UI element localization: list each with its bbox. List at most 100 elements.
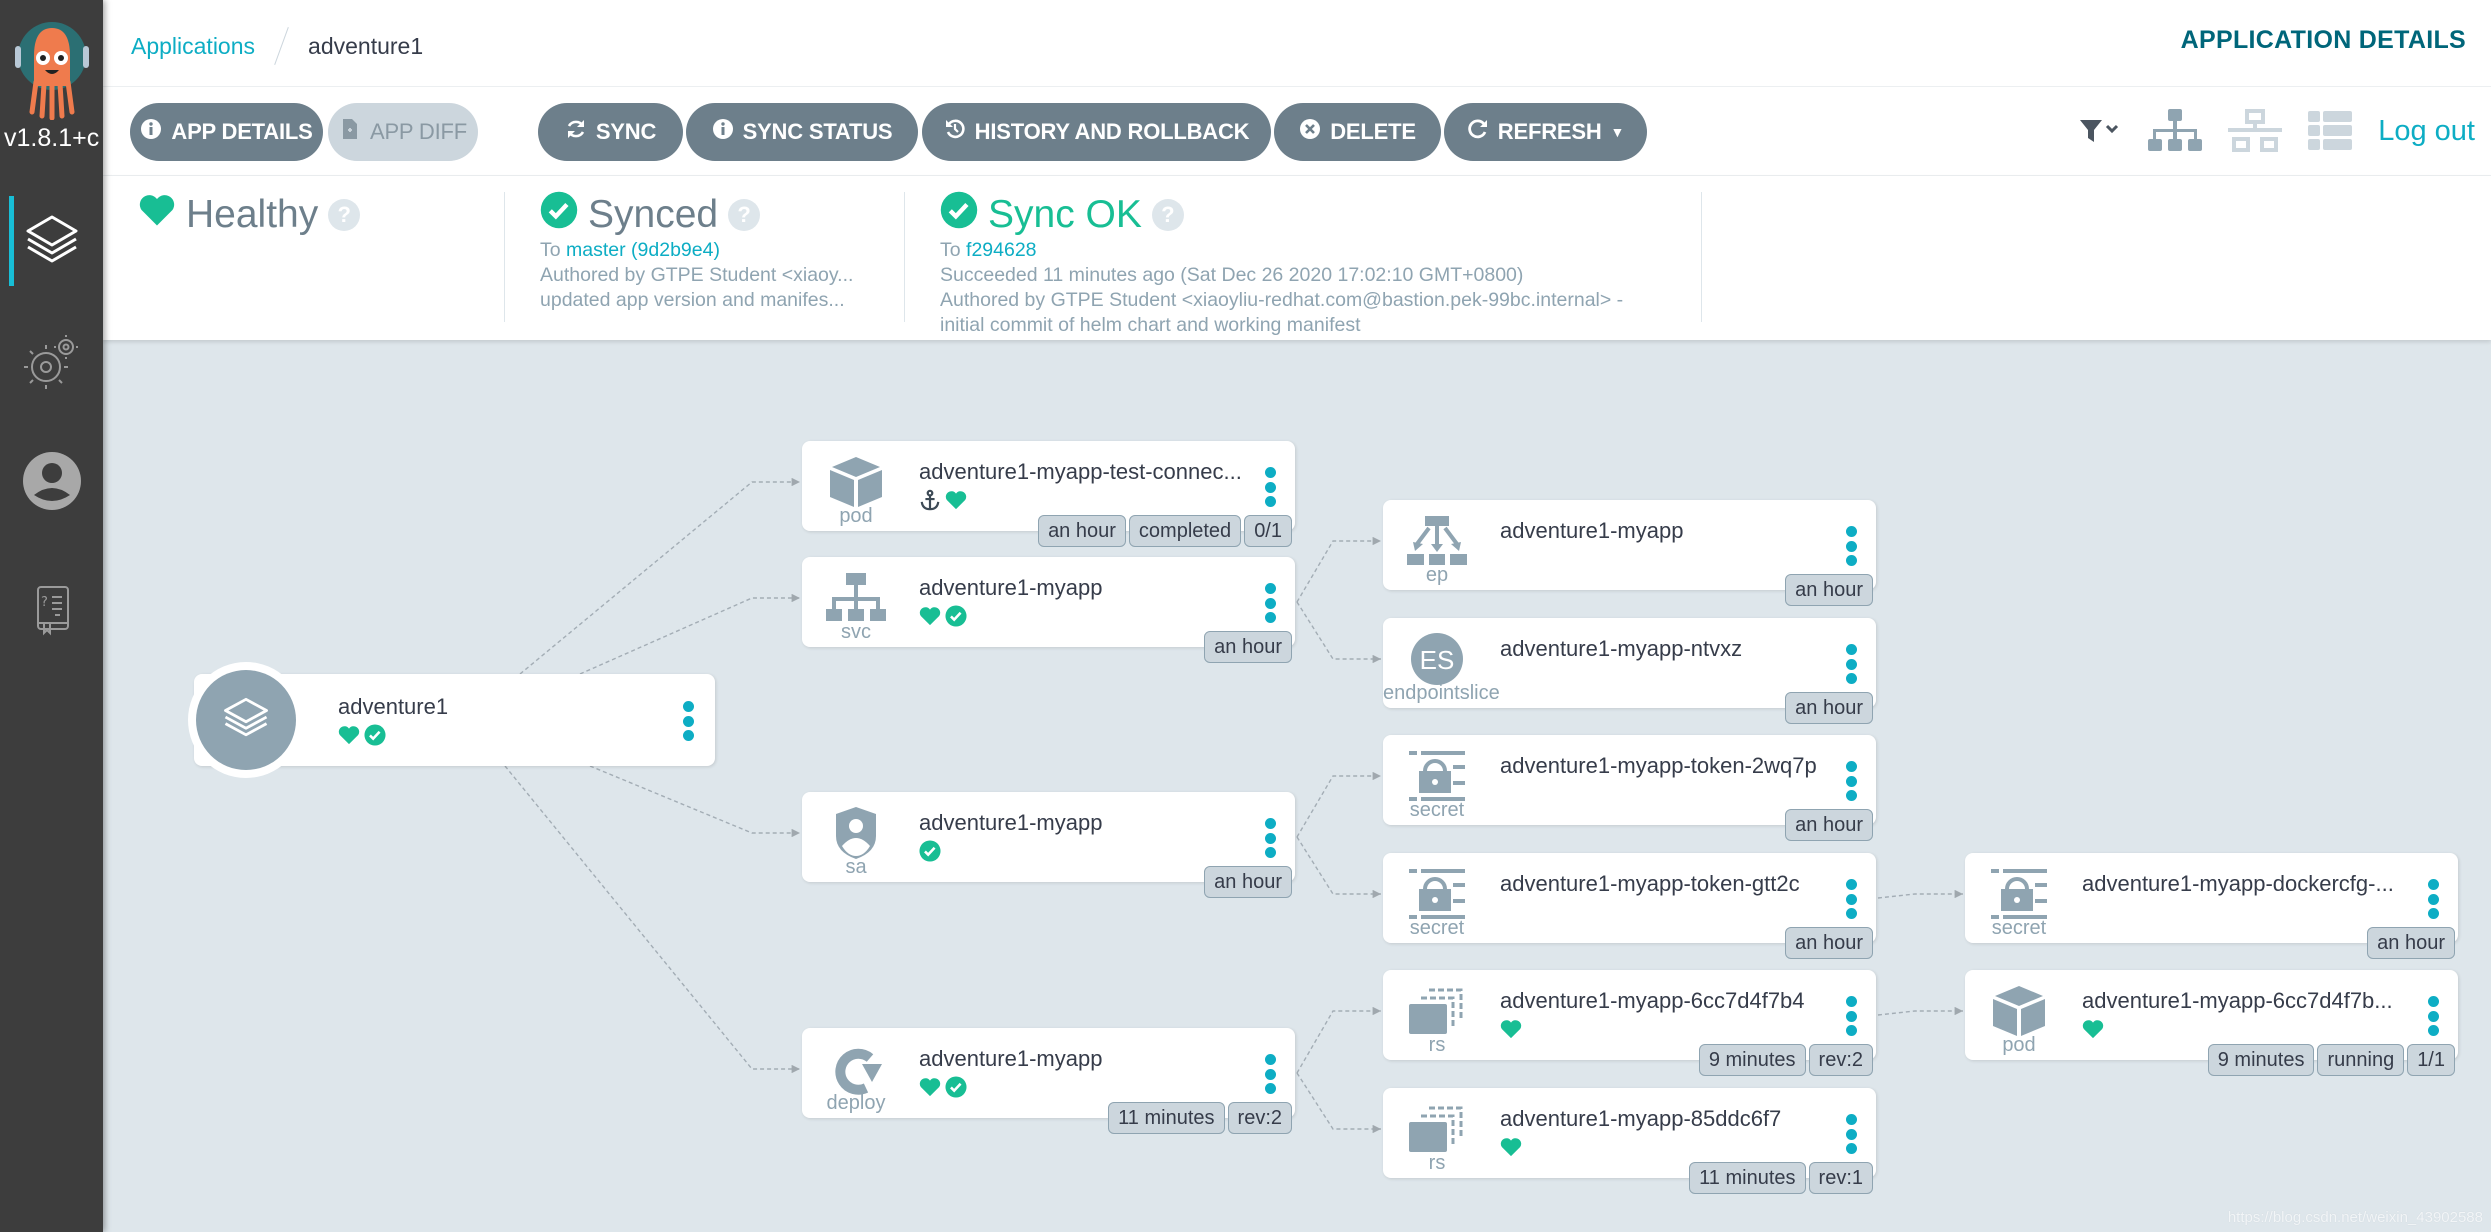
top-header: Applications adventure1 APPLICATION DETA…: [103, 0, 2491, 87]
node-menu-button[interactable]: [1263, 818, 1277, 858]
app-diff-button[interactable]: APP DIFF: [328, 103, 478, 161]
node-tag: rev:1: [1808, 1162, 1873, 1194]
secret-kind-icon: [1397, 749, 1477, 805]
resource-node-rs-6cc[interactable]: rs adventure1-myapp-6cc7d4f7b4 9 minutes…: [1383, 970, 1876, 1076]
graph-edge-app-sa: [589, 765, 800, 838]
resource-node-rs-85d[interactable]: rs adventure1-myapp-85ddc6f7 11 minutes r…: [1383, 1088, 1876, 1194]
node-menu-button[interactable]: [1263, 467, 1277, 507]
resource-node-ep[interactable]: ep adventure1-myapp an hour: [1383, 500, 1876, 606]
list-view-icon[interactable]: [2308, 111, 2353, 151]
node-name: adventure1-myapp-token-gtt2c: [1500, 871, 1800, 896]
node-menu-button[interactable]: [681, 701, 695, 741]
node-kind-label: ep: [1425, 564, 1449, 586]
graph-edge-deploy-rs-85d: [1296, 1072, 1382, 1134]
node-name: adventure1-myapp-test-connec...: [919, 459, 1242, 484]
filter-icon[interactable]: [2078, 116, 2122, 146]
network-view-icon[interactable]: [2228, 109, 2283, 153]
resource-node-pod-test[interactable]: pod adventure1-myapp-test-connec... an h…: [802, 441, 1295, 547]
refresh-button[interactable]: REFRESH ▼: [1444, 103, 1647, 161]
node-tag: an hour: [1785, 692, 1873, 724]
graph-edge-rs-6cc-pod-6cc: [1877, 1006, 1964, 1016]
breadcrumb-separator: [274, 27, 289, 65]
node-name: adventure1-myapp: [919, 575, 1103, 600]
node-menu-button[interactable]: [1844, 526, 1858, 566]
node-kind-label: svc: [841, 621, 871, 643]
node-menu-button[interactable]: [1263, 1054, 1277, 1094]
help-icon[interactable]: ?: [1151, 199, 1184, 231]
health-status: Healthy ?: [138, 192, 505, 322]
heart-icon: [138, 193, 176, 237]
sidebar-item-settings[interactable]: [0, 318, 103, 408]
gears-icon: [22, 331, 82, 396]
check-circle-icon: [940, 191, 978, 239]
graph-edge-svc-ep: [1296, 536, 1382, 603]
secret-kind-icon: [1979, 867, 2059, 923]
logout-link[interactable]: Log out: [2378, 115, 2475, 148]
graph-edge-sa-secret-2wq7p: [1296, 771, 1382, 838]
sidebar-item-user-info[interactable]: [0, 438, 103, 528]
node-menu-button[interactable]: [2426, 879, 2440, 919]
node-kind-label: sa: [845, 856, 867, 878]
resource-node-secret-gtt2c[interactable]: secret adventure1-myapp-token-gtt2c an h…: [1383, 853, 1876, 959]
delete-button[interactable]: DELETE: [1274, 103, 1441, 161]
operation-status: Sync OK ? To f294628 Succeeded 11 minute…: [940, 191, 1702, 336]
operation-succeeded: Succeeded 11 minutes ago (Sat Dec 26 202…: [940, 264, 1524, 286]
graph-edge-app-pod-test: [519, 477, 800, 675]
resource-node-deploy[interactable]: deploy adventure1-myapp 11 minutes rev:2: [802, 1028, 1295, 1134]
node-menu-button[interactable]: [1263, 583, 1277, 623]
sync-revision-line: To master (9d2b9e4): [540, 239, 720, 261]
help-icon[interactable]: ?: [328, 199, 361, 231]
help-icon[interactable]: ?: [728, 199, 761, 231]
caret-down-icon: ▼: [1610, 124, 1625, 140]
endpointslice-kind-icon: ES: [1397, 632, 1477, 688]
node-tag: an hour: [1038, 515, 1126, 547]
resource-node-secret-2wq7p[interactable]: secret adventure1-myapp-token-2wq7p an h…: [1383, 735, 1876, 841]
svg-text:ES: ES: [1420, 645, 1455, 675]
redo-icon: [1467, 118, 1489, 146]
node-tag: 9 minutes: [1698, 1044, 1806, 1076]
history-rollback-button[interactable]: HISTORY AND ROLLBACK: [922, 103, 1271, 161]
version-label: v1.8.1+c: [4, 124, 100, 152]
resource-node-secret-docker[interactable]: secret adventure1-myapp-dockercfg-... an…: [1965, 853, 2458, 959]
sync-button[interactable]: SYNC: [538, 103, 683, 161]
operation-revision-link[interactable]: f294628: [966, 239, 1037, 261]
sidebar-item-docs[interactable]: ?: [0, 566, 103, 656]
argo-logo[interactable]: [12, 16, 92, 121]
node-kind-label: secret: [1409, 799, 1465, 821]
app-details-button[interactable]: APP DETAILS: [130, 103, 323, 161]
app-node-icon[interactable]: [188, 662, 304, 778]
resource-node-svc[interactable]: svc adventure1-myapp an hour: [802, 557, 1295, 663]
node-tag: rev:2: [1808, 1044, 1873, 1076]
node-kind-label: pod: [2002, 1034, 2036, 1056]
deploy-kind-icon: [816, 1042, 896, 1098]
sidebar-item-applications[interactable]: [0, 196, 103, 286]
user-circle-icon: [22, 451, 82, 516]
sync-status-button[interactable]: SYNC STATUS: [686, 103, 918, 161]
node-menu-button[interactable]: [1844, 996, 1858, 1036]
node-menu-button[interactable]: [1844, 879, 1858, 919]
page-title: APPLICATION DETAILS: [2180, 26, 2466, 54]
tree-view-icon[interactable]: [2148, 109, 2203, 153]
resource-node-sa[interactable]: sa adventure1-myapp an hour: [802, 792, 1295, 898]
sync-title: Synced: [588, 193, 719, 236]
resource-node-es[interactable]: ES endpointslice adventure1-myapp-ntvxz …: [1383, 618, 1876, 724]
node-tag: an hour: [1785, 809, 1873, 841]
node-kind-label: endpointslice: [1383, 682, 1500, 704]
node-menu-button[interactable]: [2426, 996, 2440, 1036]
resource-node-pod-6cc[interactable]: pod adventure1-myapp-6cc7d4f7b... 9 minu…: [1965, 970, 2458, 1076]
info-circle-icon: [712, 118, 734, 146]
node-menu-button[interactable]: [1844, 1114, 1858, 1154]
operation-title: Sync OK: [988, 193, 1142, 236]
svg-text:?: ?: [41, 595, 48, 610]
node-menu-button[interactable]: [1844, 761, 1858, 801]
graph-edge-svc-es: [1296, 601, 1382, 664]
node-menu-button[interactable]: [1844, 644, 1858, 684]
heart-icon: [338, 724, 360, 751]
node-kind-label: rs: [1428, 1034, 1446, 1056]
node-tag: an hour: [1785, 927, 1873, 959]
breadcrumb-applications-link[interactable]: Applications: [131, 33, 255, 60]
rs-kind-icon: [1397, 984, 1477, 1040]
hook-anchor-icon: [919, 489, 941, 516]
sync-revision-link[interactable]: master (9d2b9e4): [566, 239, 720, 261]
watermark: https://blog.csdn.net/weixin_43902588: [2227, 1209, 2483, 1226]
